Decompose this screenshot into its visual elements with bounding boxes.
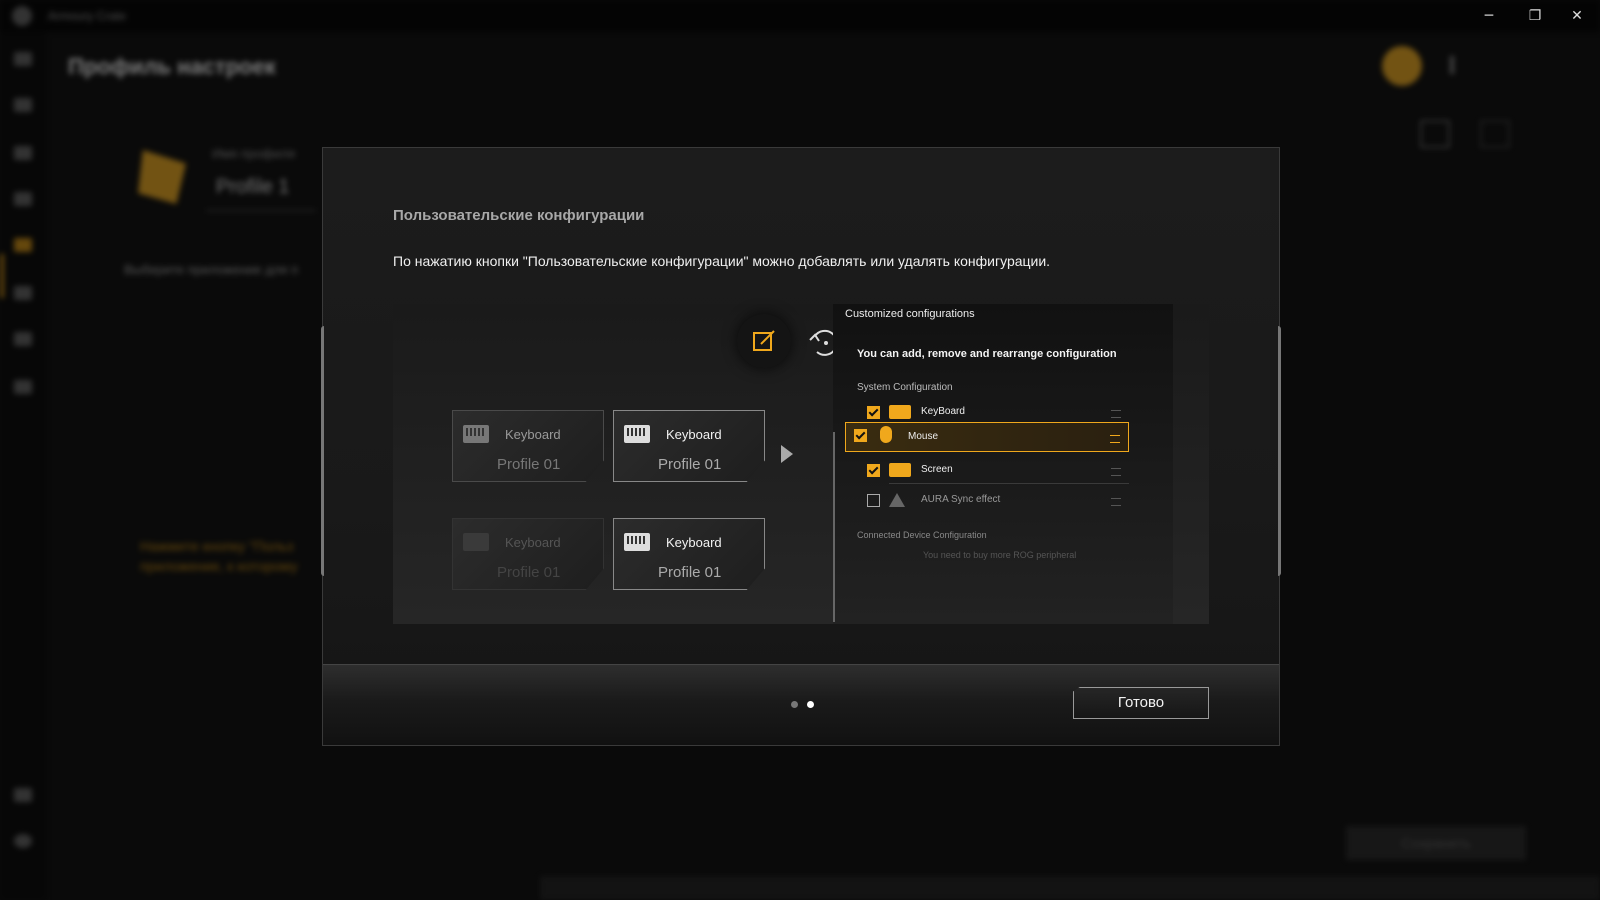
- minimize-button[interactable]: ─: [1466, 4, 1512, 28]
- dialog-footer: Готово: [323, 664, 1279, 745]
- page-title: Профиль настроек: [68, 54, 276, 79]
- keyboard-icon: [889, 405, 911, 419]
- reset-config-icon[interactable]: [1480, 120, 1510, 148]
- system-config-label: System Configuration: [857, 382, 953, 393]
- dialog-description: По нажатию кнопки "Пользовательские конф…: [393, 253, 1051, 269]
- dialog-title: Пользовательские конфигурации: [393, 207, 645, 224]
- profile-card-profile: Profile 01: [497, 564, 561, 581]
- pagination-dot-2[interactable]: [807, 701, 814, 708]
- sidebar: [0, 32, 46, 900]
- config-row-aura: AURA Sync effect: [859, 488, 1129, 514]
- keyboard-keys: [466, 428, 486, 436]
- connected-config-label: Connected Device Configuration: [857, 530, 987, 540]
- checkbox-icon: [867, 406, 880, 419]
- profile-card: Keyboard Profile 01: [613, 410, 765, 482]
- restore-button[interactable]: ❐: [1512, 4, 1558, 28]
- config-row-screen: Screen: [859, 458, 1129, 484]
- profile-card: Keyboard Profile 01: [452, 518, 604, 590]
- profile-card-profile: Profile 01: [658, 456, 722, 473]
- sidebar-deals-icon[interactable]: [14, 332, 32, 346]
- sidebar-library-icon[interactable]: [14, 380, 32, 394]
- profile-caption: Имя профиля: [212, 146, 296, 161]
- profile-underline: [206, 210, 316, 211]
- profile-card: Keyboard Profile 01: [452, 410, 604, 482]
- sidebar-user-icon[interactable]: [14, 788, 32, 802]
- profile-card-name: Keyboard: [505, 535, 561, 550]
- arrow-right-icon: [781, 445, 793, 463]
- profile-card-name: Keyboard: [505, 427, 561, 442]
- bottom-strip: [540, 876, 1600, 900]
- background-hint: Выберите приложение для п: [124, 262, 299, 277]
- background-yellow-hint: Нажмите кнопку "Польз приложение, к кото…: [140, 536, 298, 576]
- sidebar-tools-icon[interactable]: [14, 286, 32, 300]
- profile-card-name: Keyboard: [666, 427, 722, 442]
- edit-icon: [753, 330, 775, 351]
- done-button[interactable]: Готово: [1073, 687, 1209, 719]
- sidebar-settings-icon[interactable]: [14, 834, 32, 848]
- demo-illustration: Keyboard Profile 01 Keyboard Profile 01 …: [393, 304, 1209, 624]
- checkbox-icon: [867, 494, 880, 507]
- drag-handle-icon: [1111, 468, 1121, 476]
- yellow-hint-line-1: Нажмите кнопку "Польз: [140, 538, 294, 554]
- drag-handle-icon: [1111, 410, 1121, 418]
- keyboard-keys: [627, 536, 647, 544]
- profile-card-name: Keyboard: [666, 535, 722, 550]
- config-panel-edge: [833, 432, 835, 622]
- profile-card-profile: Profile 01: [497, 456, 561, 473]
- config-panel-title: Customized configurations: [845, 308, 975, 320]
- tutorial-dialog: Пользовательские конфигурации По нажатию…: [321, 147, 1281, 746]
- save-button[interactable]: Сохранить: [1346, 826, 1526, 860]
- pagination-dot-1[interactable]: [791, 701, 798, 708]
- drag-handle-icon: [1111, 498, 1121, 506]
- profile-logo-icon: [138, 150, 186, 204]
- title-bar: Armoury Crate: [0, 0, 1600, 32]
- config-row-label: AURA Sync effect: [921, 494, 1001, 505]
- dialog-left-edge: [321, 326, 334, 576]
- screen-icon: [889, 463, 911, 477]
- keyboard-icon: [463, 533, 489, 551]
- sidebar-device-icon[interactable]: [14, 98, 32, 112]
- checkbox-icon: [867, 464, 880, 477]
- config-row-mouse: Mouse: [845, 422, 1129, 452]
- yellow-hint-line-2: приложение, к которому: [140, 558, 298, 574]
- avatar[interactable]: [1382, 46, 1422, 86]
- keyboard-keys: [627, 428, 647, 436]
- aura-icon: [889, 493, 905, 507]
- close-button[interactable]: ✕: [1554, 4, 1600, 28]
- edit-config-icon[interactable]: [1420, 120, 1450, 148]
- more-menu-icon[interactable]: [1450, 56, 1454, 74]
- app-logo-icon: [12, 6, 32, 26]
- buy-note: You need to buy more ROG peripheral: [923, 550, 1077, 560]
- mouse-icon: [880, 426, 892, 443]
- config-row-label: Screen: [921, 464, 953, 475]
- config-row-label: KeyBoard: [921, 406, 965, 417]
- drag-handle-icon: [1110, 435, 1120, 443]
- sidebar-gamevisual-icon[interactable]: [14, 192, 32, 206]
- config-panel-preview: Customized configurations You can add, r…: [833, 304, 1173, 624]
- profile-name[interactable]: Profile 1: [216, 176, 289, 199]
- app-title: Armoury Crate: [48, 9, 127, 23]
- profile-card: Keyboard Profile 01: [613, 518, 765, 590]
- row-divider: [889, 483, 1129, 484]
- checkbox-icon: [854, 429, 867, 442]
- config-row-label: Mouse: [908, 431, 939, 442]
- sidebar-aura-icon[interactable]: [14, 146, 32, 160]
- edit-icon-highlight: [737, 314, 791, 368]
- config-panel-subtitle: You can add, remove and rearrange config…: [857, 348, 1117, 360]
- dialog-right-edge: [1268, 326, 1281, 576]
- sidebar-active-indicator: [0, 254, 4, 298]
- sidebar-home-icon[interactable]: [14, 52, 32, 66]
- profile-card-profile: Profile 01: [658, 564, 722, 581]
- sidebar-scenario-icon[interactable]: [14, 238, 32, 252]
